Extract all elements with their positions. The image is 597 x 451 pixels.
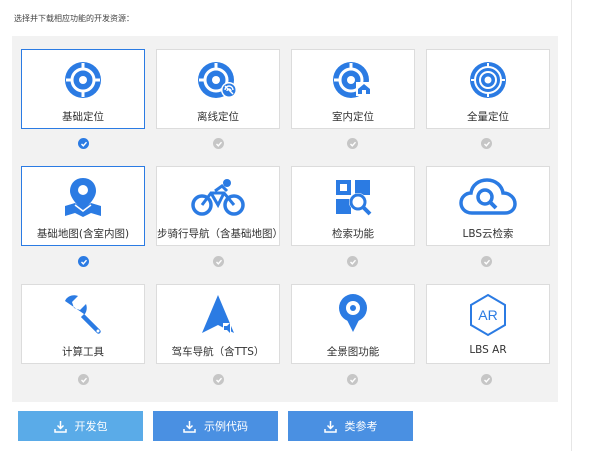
selection-check-basic-map[interactable] [78,256,89,267]
selection-check-offline-location[interactable] [213,138,224,149]
selection-check-drive-navigation[interactable] [213,374,224,385]
feature-card-label: 基础地图(含室内图) [36,228,130,240]
download-sdk-button[interactable]: 开发包 [18,411,143,441]
feature-card-basic-map[interactable]: 基础地图(含室内图) [21,166,145,246]
ar-icon: AR [427,293,549,337]
instruction-text: 选择并下载相应功能的开发资源： [14,14,134,23]
selection-check-search[interactable] [347,256,358,267]
feature-card-panorama[interactable]: 全景图功能 [291,284,415,364]
feature-card-label: 离线定位 [197,111,239,123]
feature-card-label: 基础定位 [62,111,104,123]
feature-card-label: 全量定位 [467,111,509,123]
selection-check-lbs-cloud-search[interactable] [481,256,492,267]
feature-card-calculation-tools[interactable]: 计算工具 [21,284,145,364]
selection-check-indoor-location[interactable] [347,138,358,149]
location-target-icon [22,60,144,100]
feature-card-cycling-navigation[interactable]: 步骑行导航（含基础地图） [156,166,283,246]
selection-check-lbs-ar[interactable] [481,374,492,385]
selection-check-calculation-tools[interactable] [78,374,89,385]
feature-card-full-location[interactable]: 全量定位 [426,49,550,129]
feature-card-label: LBS云检索 [462,228,514,240]
selection-check-panorama[interactable] [347,374,358,385]
download-icon [183,420,196,433]
download-icon [53,420,67,433]
download-sample-code-button[interactable]: 示例代码 [153,411,278,441]
feature-card-offline-location[interactable]: 离线定位 [156,49,280,129]
feature-card-label: 室内定位 [332,111,374,123]
indoor-location-icon [292,60,414,100]
cloud-search-icon [427,177,549,217]
feature-card-drive-navigation[interactable]: 驾车导航（含TTS） [156,284,280,364]
offline-location-icon [157,60,279,100]
content-right-border [571,0,572,451]
feature-card-label: 驾车导航（含TTS） [171,346,265,358]
feature-card-indoor-location[interactable]: 室内定位 [291,49,415,129]
search-grid-icon [292,177,414,217]
feature-card-lbs-ar[interactable]: AR LBS AR [426,284,550,364]
selection-check-basic-location[interactable] [78,138,89,149]
download-sdk-label: 开发包 [74,420,108,433]
map-pin-icon [22,177,144,217]
feature-card-lbs-cloud-search[interactable]: LBS云检索 [426,166,550,246]
panorama-icon [292,294,414,335]
download-icon [323,420,337,433]
download-sample-code-label: 示例代码 [204,420,248,433]
feature-card-label: LBS AR [469,344,507,356]
wrench-icon [22,295,144,335]
selection-check-cycling-navigation[interactable] [213,256,224,267]
selection-check-full-location[interactable] [481,138,492,149]
download-class-reference-label: 类参考 [344,420,378,433]
feature-card-search[interactable]: 检索功能 [291,166,415,246]
feature-card-label: 检索功能 [332,228,374,240]
svg-text:AR: AR [478,307,497,323]
feature-card-basic-location[interactable]: 基础定位 [21,49,145,129]
feature-card-label: 步骑行导航（含基础地图） [157,228,283,240]
feature-card-label: 全景图功能 [326,346,380,358]
bicycle-icon [157,177,279,217]
drive-navigation-icon [157,295,279,335]
full-location-icon [427,60,549,100]
feature-card-label: 计算工具 [62,346,104,358]
download-class-reference-button[interactable]: 类参考 [288,411,413,441]
